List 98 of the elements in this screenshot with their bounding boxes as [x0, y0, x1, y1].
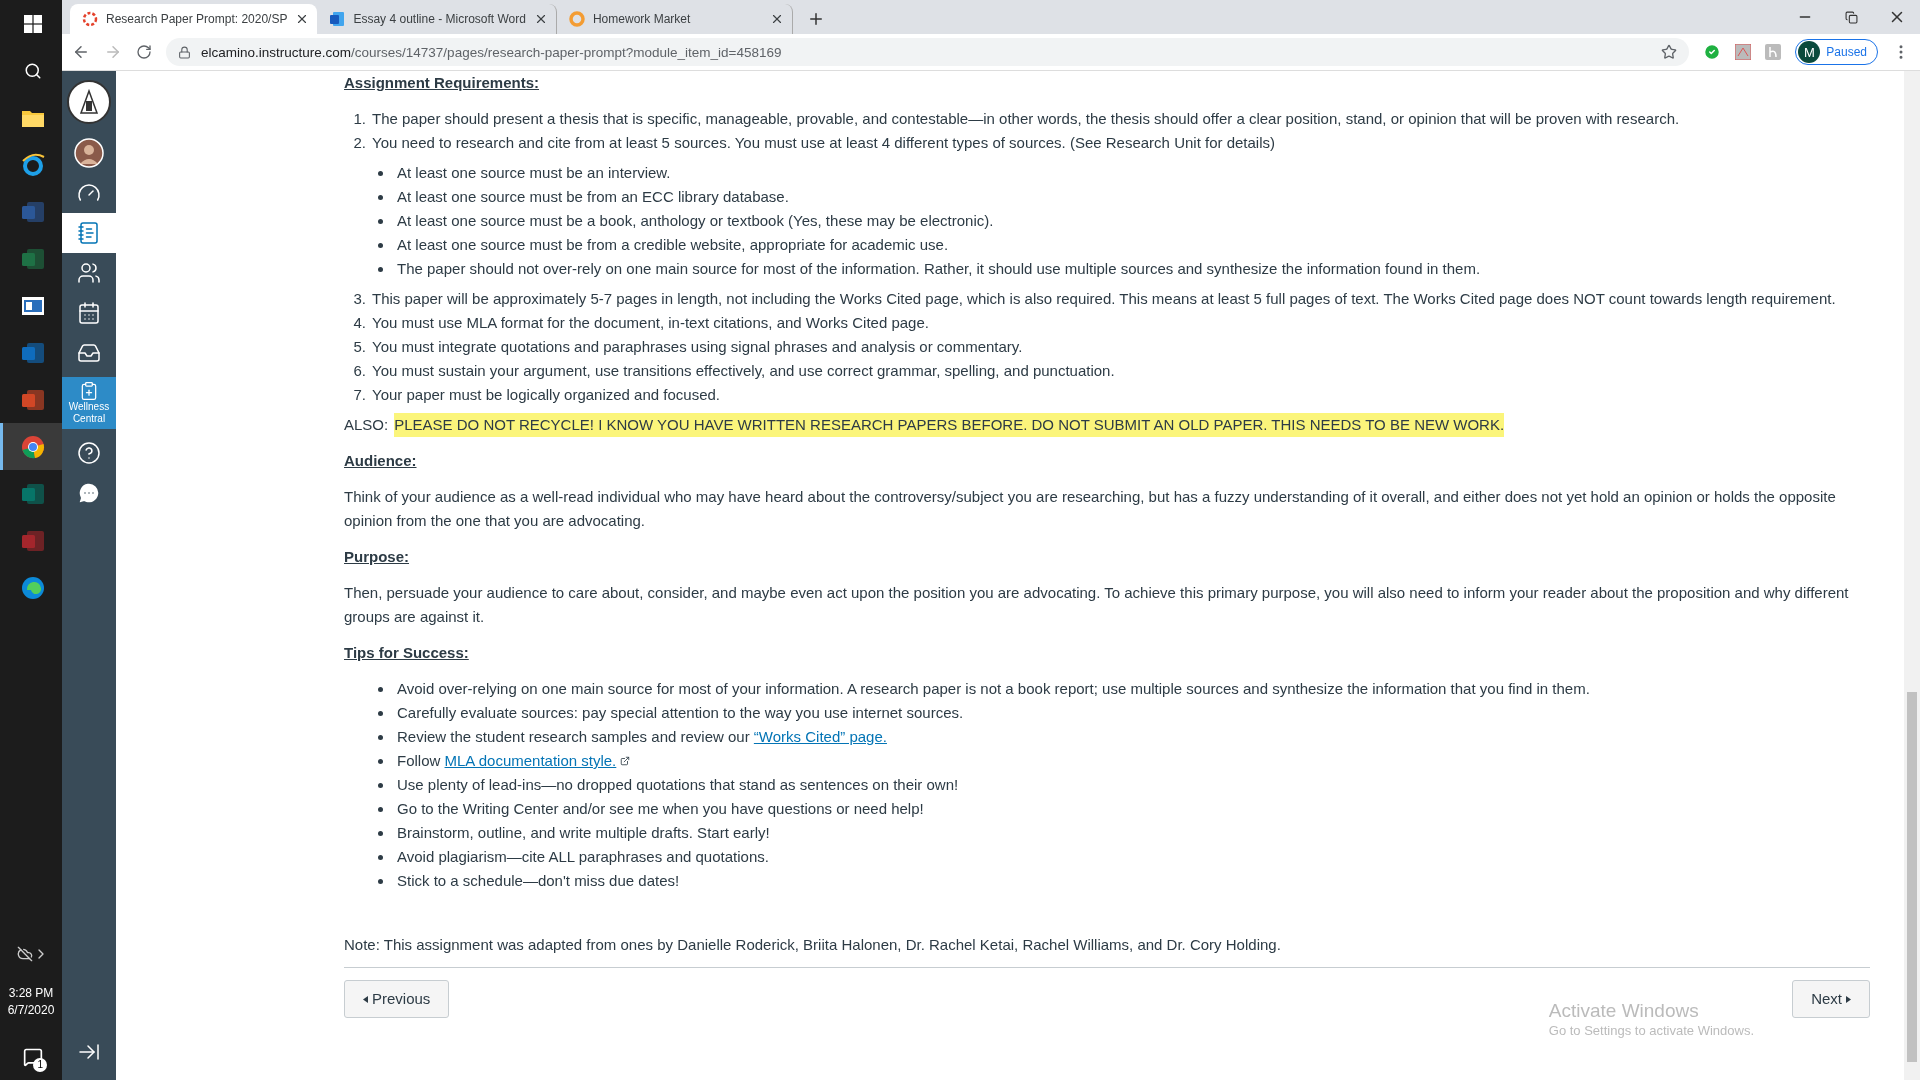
restore-icon[interactable]: [1844, 10, 1858, 24]
list-item-text: Carefully evaluate sources: pay special attention to the way you use internet sources.: [397, 703, 964, 723]
highlighted-text: PLEASE DO NOT RECYCLE! I KNOW YOU HAVE WRITTEN RESEARCH PAPERS BEFORE. DO NOT SUBMIT AN OLD PAPER. THIS NEEDS TO BE NEW WORK.: [394, 413, 1505, 437]
list-number: 4.: [352, 313, 366, 333]
wave-logo-icon: [20, 575, 45, 600]
list-item-text: At least one source must be an interview.: [397, 163, 671, 183]
link[interactable]: “Works Cited” page.: [753, 728, 887, 745]
notification-count: 1: [33, 1058, 47, 1072]
list-number: 6.: [352, 361, 366, 381]
search-icon[interactable]: [23, 61, 42, 80]
app-tile-icon: [20, 199, 45, 224]
list-item-text: Review the student research samples and review our “Works Cited” page.: [397, 727, 887, 747]
lock-icon: [178, 45, 191, 59]
section-heading: Purpose:: [344, 547, 410, 567]
college-seal-icon[interactable]: [67, 80, 111, 124]
chrome-logo-icon[interactable]: [20, 434, 45, 459]
list-item-text: You need to research and cite from at least 5 sources. You must use at least 4 different types of sources. (See Research Unit for details): [372, 133, 1275, 153]
bullet-icon: [378, 243, 383, 248]
next-button[interactable]: Next: [1792, 980, 1870, 1018]
help-icon[interactable]: [77, 441, 101, 465]
app-tile-icon: [20, 481, 45, 506]
app-tile-icon: [20, 340, 45, 365]
app-tile-icon: [20, 246, 45, 271]
browser-tab[interactable]: Research Paper Prompt: 2020/SP: [70, 4, 318, 34]
check-icon[interactable]: [1703, 43, 1722, 61]
list-item-text: You must integrate quotations and paraphrases using signal phrases and analysis or commentary.: [372, 337, 1023, 357]
list-item-text: The paper should not over-rely on one main source for most of the information. Rather, it should use multiple sources and synthesize the information found in them.: [397, 259, 1481, 279]
section-heading: Audience:: [344, 451, 418, 471]
list-item-text: Follow MLA documentation style.: [397, 749, 631, 773]
list-number: 5.: [352, 337, 366, 357]
bullet-icon: [378, 687, 383, 692]
document-icon: [329, 11, 346, 27]
list-item-text: The paper should present a thesis that is specific, manageable, provable, and contestable—in other words, the thesis should offer a clear position, stand, or opinion that will be proven with research.: [372, 109, 1680, 129]
chat-bubble-icon[interactable]: [77, 481, 101, 505]
book-icon[interactable]: [77, 221, 101, 245]
list-item-text: This paper will be approximately 5-7 pages in length, not including the Works Cited page, which is also required. This means at least 5 full pages of text. The Works Cited page does NOT count towards length requirement.: [372, 289, 1836, 309]
list-item-text: Brainstorm, outline, and write multiple drafts. Start early!: [397, 823, 770, 843]
bullet-icon: [378, 267, 383, 272]
bullet-icon: [378, 855, 383, 860]
list-item-text: At least one source must be from a credible website, appropriate for academic use.: [397, 235, 949, 255]
star-icon[interactable]: [1661, 44, 1678, 60]
activation-subtitle: Go to Settings to activate Windows.: [1548, 1022, 1754, 1040]
section-heading: Assignment Requirements:: [344, 73, 541, 93]
caret-icon: [363, 995, 368, 1003]
address-field[interactable]: elcamino.instructure.com/courses/14737/pages/research-paper-prompt?module_item_id=458169: [166, 38, 1690, 66]
clock[interactable]: 3:28 PM 6/7/2020: [7, 985, 55, 1019]
app-tile-icon: [20, 387, 45, 412]
list-item-text: Stick to a schedule—don't miss due dates!: [397, 871, 680, 891]
link[interactable]: MLA documentation style.: [444, 752, 617, 769]
ring-logo-icon: [568, 11, 585, 27]
app-tile-icon: [20, 528, 45, 553]
ring-logo-icon: [82, 11, 98, 27]
pdf-extension-icon[interactable]: [1735, 44, 1752, 60]
reader-icon: [21, 296, 44, 315]
note-text: Note: This assignment was adapted from ones by Danielle Roderick, Briita Halonen, Dr. Rachel Ketai, Rachel Williams, and Dr. Cory Holding.: [344, 933, 1870, 968]
paragraph: Think of your audience as a well-read individual who may have heard about the controversy/subject you are researching, but has a fuzzy understanding of it overall, and either does not yet hold an opinion or holds the opposite opinion from the one that you are advocating.: [344, 487, 1837, 531]
nav-item[interactable]: Wellness Central: [62, 377, 116, 429]
list-number: 7.: [352, 385, 366, 405]
list-number: 2.: [352, 133, 366, 153]
list-item-text: Avoid plagiarism—cite ALL paraphrases and quotations.: [397, 847, 769, 867]
paragraph: Then, persuade your audience to care about, consider, and maybe even act upon the position you are advocating. To achieve this primary purpose, you will also need to inform your reader about the proposition and why different groups are against it.: [344, 583, 1850, 627]
bullet-icon: [378, 195, 383, 200]
bullet-icon: [378, 735, 383, 740]
bullet-icon: [378, 783, 383, 788]
people-icon[interactable]: [77, 261, 101, 285]
cloud-off-icon[interactable]: [16, 945, 33, 962]
reload-icon[interactable]: [136, 44, 152, 60]
list-item-text: Your paper must be logically organized and focused.: [372, 385, 720, 405]
back-icon[interactable]: [72, 43, 90, 61]
avatar-icon[interactable]: [74, 138, 104, 168]
section-heading: Tips for Success:: [344, 643, 470, 663]
list-number: 3.: [352, 289, 366, 309]
bullet-icon: [378, 711, 383, 716]
bullet-icon: [378, 759, 383, 764]
inbox-icon[interactable]: [77, 341, 101, 365]
list-item-text: At least one source must be a book, anthology or textbook (Yes, these may be electronic).: [397, 211, 994, 231]
list-item-text: At least one source must be from an ECC library database.: [397, 187, 789, 207]
clipboard-icon: [79, 381, 99, 401]
windows-logo-icon[interactable]: [23, 14, 42, 33]
caret-icon: [1846, 995, 1851, 1003]
bullet-icon: [378, 219, 383, 224]
list-item-text: Use plenty of lead-ins—no dropped quotations that stand as sentences on their own!: [397, 775, 959, 795]
list-item-text: Avoid over-relying on one main source for most of your information. A research paper is not a book report; use multiple sources and synthesize the information that you find in them.: [397, 679, 1590, 699]
bullet-icon: [378, 831, 383, 836]
external-link-icon: [620, 756, 631, 766]
list-item-text: You must use MLA format for the document, in-text citations, and Works Cited page.: [372, 313, 929, 333]
list-item-text: Go to the Writing Center and/or see me when you have questions or need help!: [397, 799, 924, 819]
previous-button[interactable]: Previous: [344, 980, 450, 1018]
bullet-icon: [378, 171, 383, 176]
bullet-icon: [378, 879, 383, 884]
calendar-icon[interactable]: [77, 301, 101, 325]
activation-title: Activate Windows: [1548, 1000, 1700, 1022]
list-item-text: You must sustain your argument, use transitions effectively, and use correct grammar, spelling, and punctuation.: [372, 361, 1115, 381]
scrollbar-thumb[interactable]: [1907, 692, 1917, 1062]
list-number: 1.: [352, 109, 366, 129]
e-ring-icon: [20, 152, 45, 177]
bullet-icon: [378, 807, 383, 812]
also-label: ALSO:: [344, 415, 389, 435]
